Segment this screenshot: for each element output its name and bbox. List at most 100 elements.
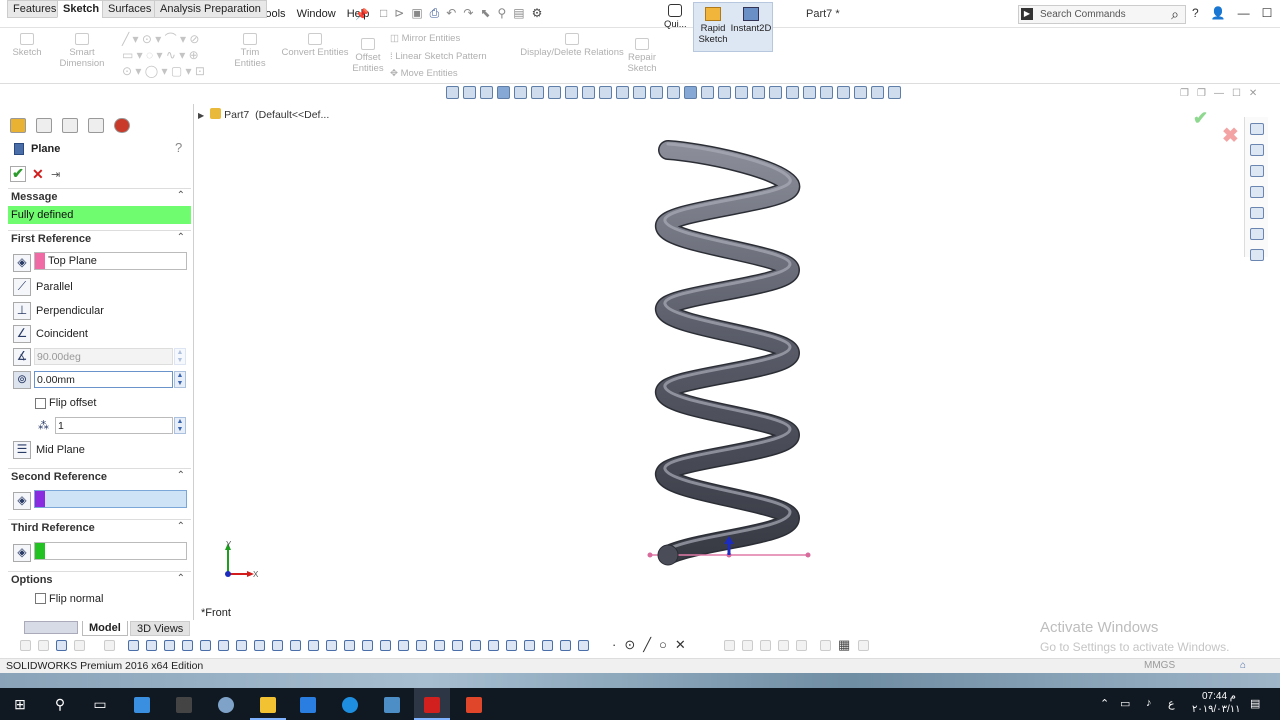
- display-manager-tab-icon[interactable]: [114, 118, 130, 133]
- view-settings-icon[interactable]: [599, 86, 612, 99]
- refresh-icon[interactable]: [718, 86, 731, 99]
- filter-toolbar-icon[interactable]: [128, 640, 139, 651]
- quick-snaps-button[interactable]: Qui...: [664, 4, 687, 30]
- filter-toolbar-icon[interactable]: [760, 640, 771, 651]
- zoom-fit-icon[interactable]: [463, 86, 476, 99]
- perpendicular-icon[interactable]: ⊥: [13, 302, 31, 320]
- display-style-icon[interactable]: [531, 86, 544, 99]
- unit-system[interactable]: MMGS: [1144, 660, 1175, 671]
- keep-visible-pin-icon[interactable]: ⇥: [51, 168, 60, 181]
- filter-toolbar-icon[interactable]: [742, 640, 753, 651]
- maximize-icon[interactable]: ☐: [1262, 6, 1273, 20]
- tab-model[interactable]: Model: [82, 621, 128, 636]
- offset-spinner[interactable]: ▲ ▼: [174, 371, 186, 388]
- confirm-corner-cancel-icon[interactable]: ✖: [1222, 123, 1239, 148]
- collapse-icon[interactable]: ⌃: [177, 190, 185, 201]
- feature-tree-flyout[interactable]: ▶ Part7 (Default<<Def...: [198, 108, 329, 121]
- collapse-icon[interactable]: ⌃: [177, 470, 185, 481]
- filter-toolbar-icon[interactable]: [308, 640, 319, 651]
- minimize-icon[interactable]: —: [1238, 6, 1250, 20]
- filter-toolbar-icon[interactable]: [452, 640, 463, 651]
- filter-toolbar-icon[interactable]: [858, 640, 869, 651]
- section-view-icon[interactable]: [497, 86, 510, 99]
- filter-toolbar-icon[interactable]: [104, 640, 115, 651]
- filter-toolbar-icon[interactable]: [506, 640, 517, 651]
- rebuild-icon[interactable]: ⚲: [497, 6, 506, 21]
- filter-toolbar-icon[interactable]: [326, 640, 337, 651]
- filter-toolbar-icon[interactable]: [38, 640, 49, 651]
- coincident-icon[interactable]: ∠: [13, 325, 31, 343]
- filter-toolbar-icon[interactable]: [380, 640, 391, 651]
- linear-sketch-pattern-button[interactable]: ⁞ Linear Sketch Pattern: [390, 51, 487, 62]
- filter-toolbar-icon[interactable]: [362, 640, 373, 651]
- offset-distance-icon[interactable]: ⊚: [13, 371, 31, 389]
- smart-dimension-button[interactable]: Smart Dimension: [46, 33, 118, 69]
- filter-toolbar-icon[interactable]: [344, 640, 355, 651]
- network-icon[interactable]: ▭: [1120, 697, 1130, 710]
- first-reference-header[interactable]: First Reference ⌃: [8, 230, 191, 246]
- options-header[interactable]: Options ⌃: [8, 571, 191, 587]
- view-orientation-icon[interactable]: [446, 86, 459, 99]
- flip-offset-checkbox[interactable]: [35, 398, 46, 409]
- filter-toolbar-icon[interactable]: [398, 640, 409, 651]
- second-reference-header[interactable]: Second Reference ⌃: [8, 468, 191, 484]
- help-icon[interactable]: ?: [1192, 6, 1199, 20]
- filter-toolbar-icon[interactable]: [560, 640, 571, 651]
- tab-features[interactable]: Features: [7, 0, 63, 18]
- section-icon[interactable]: [803, 86, 816, 99]
- filter-toolbar-icon[interactable]: [796, 640, 807, 651]
- maximize-doc-icon[interactable]: ☐: [1232, 88, 1241, 99]
- offset-entities-button[interactable]: Offset Entities: [352, 38, 384, 74]
- zoom-out-icon[interactable]: [633, 86, 646, 99]
- message-section-header[interactable]: Message ⌃: [8, 188, 191, 204]
- display-delete-relations-button[interactable]: Display/Delete Relations: [520, 33, 624, 58]
- redo-icon[interactable]: ↷: [463, 6, 473, 21]
- tab-scroll-arrows[interactable]: [24, 621, 78, 634]
- filter-toolbar-icon[interactable]: [578, 640, 589, 651]
- feature-manager-tab-icon[interactable]: [10, 118, 26, 133]
- offset-distance-field[interactable]: 0.00mm: [34, 371, 173, 388]
- configuration-manager-tab-icon[interactable]: [62, 118, 78, 133]
- sketch-tools-quick-icons[interactable]: ·⊙╱○✕: [612, 637, 694, 653]
- flip-offset-label[interactable]: Flip offset: [49, 397, 97, 409]
- filter-toolbar-icon[interactable]: [724, 640, 735, 651]
- magnify-icon[interactable]: [735, 86, 748, 99]
- filter-toolbar-icon[interactable]: [272, 640, 283, 651]
- app-taskbar-icon[interactable]: [374, 688, 410, 720]
- forum-icon[interactable]: [1249, 249, 1264, 261]
- cancel-button[interactable]: ✕: [32, 166, 44, 183]
- view-cube-icon[interactable]: [514, 86, 527, 99]
- filter-toolbar-icon[interactable]: [146, 640, 157, 651]
- view-palette-icon[interactable]: [1249, 186, 1264, 198]
- collapse-icon[interactable]: ⌃: [177, 232, 185, 243]
- restore-doc-icon[interactable]: ❐: [1180, 88, 1189, 99]
- filter-toolbar-icon[interactable]: [164, 640, 175, 651]
- property-manager-tab-icon[interactable]: [36, 118, 52, 133]
- filter-toolbar-icon[interactable]: [20, 640, 31, 651]
- appearances-icon[interactable]: [1249, 207, 1264, 219]
- close-doc-icon[interactable]: ✕: [1249, 88, 1257, 99]
- third-reference-header[interactable]: Third Reference ⌃: [8, 519, 191, 535]
- parallel-icon[interactable]: ⟋: [13, 278, 31, 296]
- zoom-area-icon[interactable]: [480, 86, 493, 99]
- filter-toolbar-icon[interactable]: [778, 640, 789, 651]
- tab-sketch[interactable]: Sketch: [57, 0, 106, 18]
- filter-toolbar-icon[interactable]: [74, 640, 85, 651]
- repair-sketch-button[interactable]: Repair Sketch: [626, 38, 658, 74]
- customize-status-icon[interactable]: ⌂: [1240, 660, 1246, 671]
- pan-icon[interactable]: [667, 86, 680, 99]
- panel-help-icon[interactable]: ?: [175, 140, 182, 155]
- perpendicular-label[interactable]: Perpendicular: [36, 305, 104, 317]
- filter-toolbar-icon[interactable]: [200, 640, 211, 651]
- spring-model[interactable]: [640, 130, 820, 570]
- filter-toolbar-icon[interactable]: [236, 640, 247, 651]
- filter-toolbar-icon[interactable]: [542, 640, 553, 651]
- grid-icon[interactable]: ▦: [838, 637, 850, 653]
- select-icon[interactable]: ⬉: [480, 6, 490, 21]
- rotate-view-icon[interactable]: [701, 86, 714, 99]
- zoom-in-icon[interactable]: [616, 86, 629, 99]
- third-reference-selection[interactable]: [34, 542, 187, 560]
- angle-field[interactable]: 90.00deg: [34, 348, 173, 365]
- taskbar-clock[interactable]: 07:44 م ۲۰۱۹/۰۳/۱۱: [1192, 690, 1241, 716]
- design-library-icon[interactable]: [1249, 144, 1264, 156]
